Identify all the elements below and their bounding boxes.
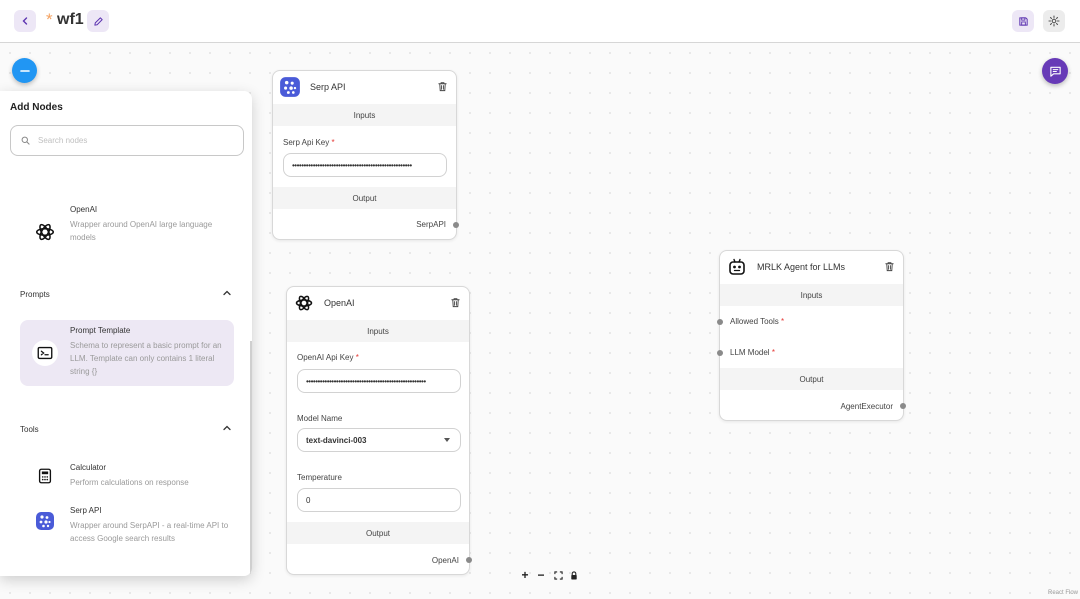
input-handle-allowed-tools[interactable] [717, 319, 723, 325]
trash-icon[interactable] [437, 81, 448, 92]
node-openai[interactable]: OpenAI Inputs OpenAI Api Key * •••••••••… [286, 286, 472, 575]
panel-item-name: OpenAI [70, 205, 98, 214]
field-label: OpenAI Api Key * [297, 353, 359, 362]
chevron-up-icon [223, 425, 231, 431]
fit-view-icon [553, 570, 563, 580]
search-input[interactable] [38, 136, 228, 145]
node-header[interactable]: OpenAI [287, 287, 469, 319]
calculator-icon [32, 463, 58, 489]
section-tools-header[interactable]: Tools [20, 422, 234, 438]
model-name-value: text-davinci-003 [306, 435, 367, 445]
serpapi-icon [32, 508, 58, 534]
terminal-icon [32, 340, 58, 366]
input-handle-llm-model[interactable] [717, 350, 723, 356]
output-label: SerpAPI [416, 220, 446, 229]
field-label: Serp Api Key * [283, 138, 335, 147]
header-bar: * wf1 [0, 0, 1080, 43]
chevron-left-icon [22, 17, 28, 25]
gear-icon [1048, 15, 1060, 27]
node-header[interactable]: Serp API [273, 71, 456, 103]
panel-item-serp-api[interactable]: Serp API Wrapper around SerpAPI - a real… [20, 500, 234, 560]
lock-button[interactable] [567, 568, 581, 582]
save-flow-button[interactable] [1012, 10, 1034, 32]
chevron-up-icon [223, 290, 231, 296]
openai-icon [293, 292, 315, 314]
node-header[interactable]: MRLK Agent for LLMs [720, 251, 903, 283]
panel-item-description: Wrapper around SerpAPI - a real-time API… [70, 521, 229, 543]
inputs-band: Inputs [287, 320, 469, 342]
panel-item-name: Serp API [70, 506, 102, 515]
message-icon [1049, 66, 1061, 77]
panel-item-name: Prompt Template [70, 326, 131, 335]
panel-item-prompt-template[interactable]: Prompt Template Schema to represent a ba… [20, 320, 234, 386]
section-title: Prompts [20, 290, 50, 299]
output-label: AgentExecutor [840, 402, 893, 411]
save-icon [1018, 16, 1028, 26]
back-button[interactable] [14, 10, 36, 32]
trash-icon[interactable] [450, 297, 461, 308]
panel-scrollbar[interactable] [250, 341, 252, 576]
openai-api-key-input[interactable]: ••••••••••••••••••••••••••••••••••••••••… [297, 369, 461, 393]
output-label: OpenAI [431, 556, 459, 565]
panel-item-description: Perform calculations on response [70, 478, 189, 487]
toggle-add-nodes-button[interactable] [12, 58, 37, 83]
zoom-out-button[interactable]: − [534, 568, 548, 582]
pencil-icon [93, 16, 103, 26]
react-flow-attribution[interactable]: React Flow [1048, 590, 1078, 596]
serp-api-key-input[interactable]: ••••••••••••••••••••••••••••••••••••••••… [283, 153, 447, 177]
output-band: Output [287, 522, 469, 544]
section-title: Tools [20, 425, 39, 434]
output-band: Output [720, 368, 903, 390]
output-handle[interactable] [900, 403, 906, 409]
node-title: Serp API [310, 82, 346, 92]
settings-button[interactable] [1043, 10, 1065, 32]
output-handle[interactable] [466, 557, 472, 563]
section-prompts-header[interactable]: Prompts [20, 287, 234, 303]
inputs-band: Inputs [720, 284, 903, 306]
inputs-band: Inputs [273, 104, 456, 126]
unsaved-marker: * [46, 10, 53, 29]
lock-icon [571, 570, 577, 580]
flow-title: wf1 [57, 11, 84, 28]
serpapi-icon [279, 76, 301, 98]
add-nodes-panel: Add Nodes OpenAI Wrapper around OpenAI l… [0, 91, 252, 576]
panel-item-description: Wrapper around OpenAI large language mod… [70, 220, 213, 242]
node-title: OpenAI [324, 298, 355, 308]
edit-title-button[interactable] [87, 10, 109, 32]
node-title: MRLK Agent for LLMs [757, 262, 846, 272]
node-mrkl-agent[interactable]: MRLK Agent for LLMs Inputs Allowed Tools… [717, 250, 906, 421]
field-label: Model Name [297, 414, 343, 423]
search-box [10, 125, 244, 156]
model-name-select[interactable]: text-davinci-003 [297, 428, 461, 452]
panel-item-name: Calculator [70, 463, 107, 472]
openai-icon [32, 219, 58, 245]
field-label: Allowed Tools * [730, 317, 785, 326]
trash-icon[interactable] [884, 261, 895, 272]
field-label: Temperature [297, 473, 342, 482]
fit-view-button[interactable] [551, 568, 565, 582]
panel-item-openai[interactable]: OpenAI Wrapper around OpenAI large langu… [20, 199, 234, 265]
minus-icon [19, 69, 30, 72]
caret-down-icon [444, 438, 450, 442]
panel-title: Add Nodes [10, 102, 63, 113]
field-label: LLM Model * [730, 348, 775, 357]
temperature-input[interactable]: 0 [297, 488, 461, 512]
panel-item-description: Schema to represent a basic prompt for a… [70, 341, 222, 376]
node-serp-api[interactable]: Serp API Inputs Serp Api Key * •••••••••… [272, 70, 459, 240]
robot-icon [726, 256, 748, 278]
chat-button[interactable] [1042, 58, 1068, 84]
search-icon [21, 136, 30, 145]
output-band: Output [273, 187, 456, 209]
output-handle[interactable] [453, 222, 459, 228]
zoom-in-button[interactable]: + [518, 568, 532, 582]
